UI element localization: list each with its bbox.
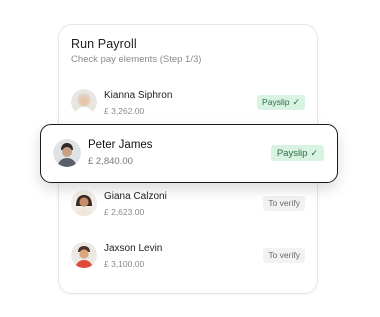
avatar xyxy=(71,89,97,115)
card-title: Run Payroll xyxy=(71,37,137,51)
avatar xyxy=(71,242,97,268)
employee-row-highlighted[interactable]: Peter James £ 2,840.00 Payslip ✓ xyxy=(40,124,338,183)
employee-name: Peter James xyxy=(88,139,153,151)
avatar xyxy=(53,139,81,167)
employee-row[interactable]: Jaxson Levin £ 3,100.00 To verify xyxy=(71,240,305,274)
to-verify-badge[interactable]: To verify xyxy=(263,248,305,263)
badge-label: Payslip xyxy=(262,97,290,107)
badge-label: Payslip xyxy=(276,148,308,159)
employee-name: Giana Calzoni xyxy=(104,191,167,202)
employee-amount: £ 3,262.00 xyxy=(104,106,145,116)
employee-row[interactable]: Kianna Siphron £ 3,262.00 Payslip ✓ xyxy=(71,87,305,121)
avatar xyxy=(71,190,97,216)
employee-row[interactable]: Giana Calzoni £ 2,623.00 To verify xyxy=(71,188,305,222)
check-icon: ✓ xyxy=(310,148,318,158)
to-verify-badge[interactable]: To verify xyxy=(263,196,305,211)
check-icon: ✓ xyxy=(292,97,300,107)
employee-amount: £ 3,100.00 xyxy=(104,259,145,269)
employee-amount: £ 2,623.00 xyxy=(104,207,145,217)
payslip-badge[interactable]: Payslip ✓ xyxy=(270,145,324,161)
card-subtitle: Check pay elements (Step 1/3) xyxy=(71,54,202,65)
employee-name: Kianna Siphron xyxy=(104,90,173,101)
employee-amount: £ 2,840.00 xyxy=(88,156,133,167)
employee-name: Jaxson Levin xyxy=(104,243,163,254)
payslip-badge[interactable]: Payslip ✓ xyxy=(257,95,305,110)
